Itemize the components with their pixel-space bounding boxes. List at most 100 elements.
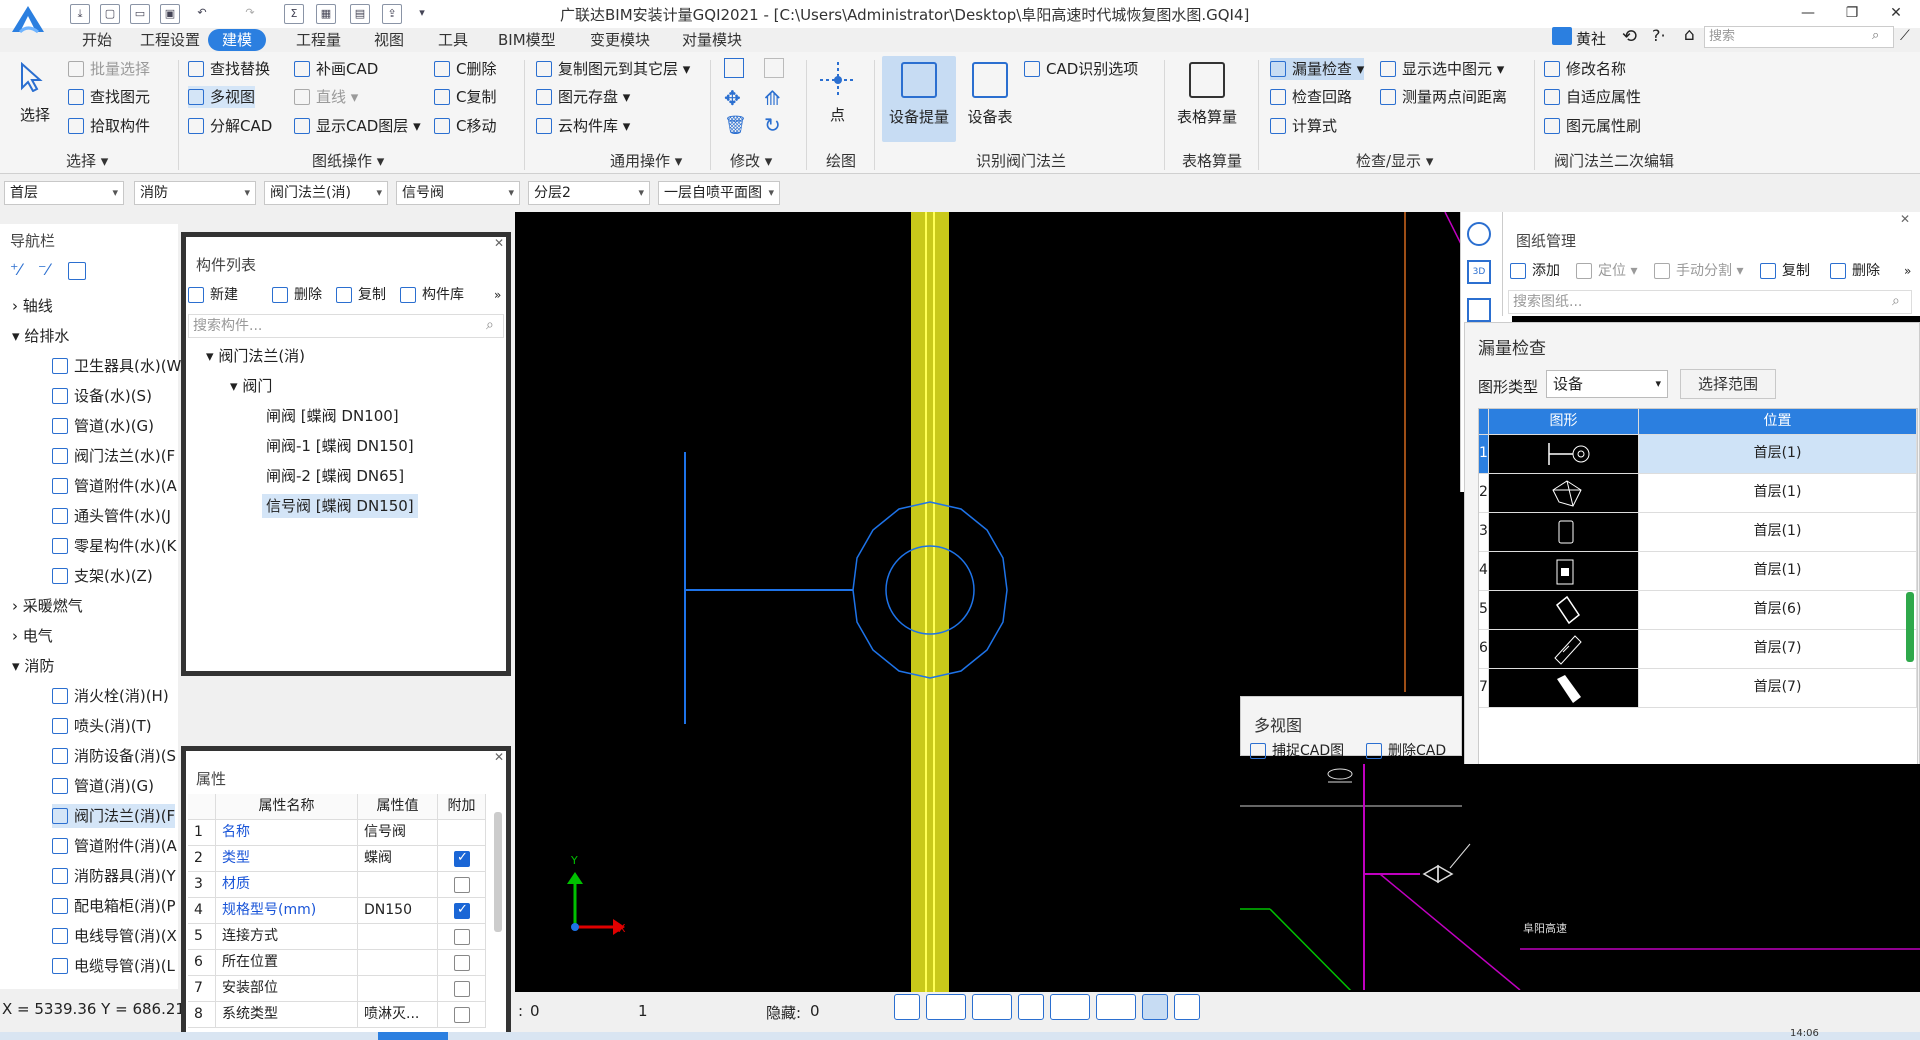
- prop-value[interactable]: DN150: [358, 898, 438, 924]
- restore-button[interactable]: ❐: [1832, 2, 1872, 26]
- cad-move-button[interactable]: C移动: [434, 115, 496, 137]
- line-button[interactable]: 直线 ▾: [294, 86, 358, 108]
- grid-icon[interactable]: ▦: [316, 4, 336, 24]
- common-ops-group-label[interactable]: 通用操作 ▾: [610, 150, 682, 171]
- 3d-icon[interactable]: 3D: [1467, 260, 1491, 284]
- sum-icon[interactable]: Σ: [284, 4, 304, 24]
- expand-all-icon[interactable]: ⁺⁄: [10, 260, 21, 279]
- leak-shape-cell[interactable]: [1489, 630, 1639, 669]
- component-tree-item[interactable]: 闸阀 [蝶阀 DN100]: [262, 404, 403, 428]
- move-icon[interactable]: ✥: [724, 86, 741, 110]
- floor-select[interactable]: 首层: [4, 181, 124, 205]
- prop-value[interactable]: [358, 872, 438, 898]
- minimize-button[interactable]: —: [1788, 2, 1828, 26]
- extra-checkbox[interactable]: [454, 877, 470, 893]
- user-name[interactable]: 黄社: [1576, 28, 1606, 49]
- save-icon[interactable]: ▣: [160, 4, 180, 24]
- menu-7[interactable]: BIM模型: [498, 29, 556, 51]
- nav-item[interactable]: 消防设备(消)(S: [52, 744, 176, 768]
- extra-checkbox[interactable]: [454, 850, 470, 867]
- expand-arrow-icon[interactable]: ›: [12, 627, 23, 645]
- nav-item[interactable]: 管道附件(水)(A: [52, 474, 177, 498]
- drawing-ops-group-label[interactable]: 图纸操作 ▾: [312, 150, 384, 171]
- component-tree-item[interactable]: ▾ 阀门: [226, 374, 276, 398]
- cad-delete-button[interactable]: C删除: [434, 58, 496, 80]
- leak-shape-cell[interactable]: [1489, 552, 1639, 591]
- leak-shape-cell[interactable]: [1489, 474, 1639, 513]
- capture-cad-button[interactable]: 捕捉CAD图: [1250, 740, 1344, 762]
- nav-item[interactable]: 支架(水)(Z): [52, 564, 153, 588]
- nav-item[interactable]: 喷头(消)(T): [52, 714, 152, 738]
- shape-type-select[interactable]: 设备 ▾: [1546, 370, 1668, 398]
- nav-item[interactable]: 配电箱柜(消)(P: [52, 894, 176, 918]
- scrollbar-thumb[interactable]: [1906, 592, 1914, 662]
- leak-position-cell[interactable]: 首层(7): [1639, 669, 1917, 708]
- nav-item[interactable]: ▾ 给排水: [12, 324, 69, 348]
- component-tree-item[interactable]: 闸阀-2 [蝶阀 DN65]: [262, 464, 408, 488]
- leak-position-cell[interactable]: 首层(6): [1639, 591, 1917, 630]
- multi-view-canvas[interactable]: 阜阳高速: [1240, 764, 1920, 1005]
- arc-icon[interactable]: [1174, 994, 1200, 1020]
- nav-item[interactable]: 阀门法兰(消)(F: [52, 804, 176, 828]
- nav-item[interactable]: 管道(消)(G): [52, 774, 154, 798]
- extra-checkbox[interactable]: [454, 955, 470, 971]
- measure-distance-button[interactable]: 测量两点间距离: [1380, 86, 1507, 108]
- delete-cad-button[interactable]: 删除CAD: [1366, 740, 1446, 762]
- batch-select-button[interactable]: 批量选择: [68, 58, 150, 80]
- nav-item[interactable]: 管道附件(消)(A: [52, 834, 177, 858]
- customize-icon[interactable]: ▾: [412, 4, 432, 24]
- rect-select-icon[interactable]: [926, 994, 966, 1020]
- show-cad-layer-button[interactable]: 显示CAD图层 ▾: [294, 115, 421, 137]
- close-button[interactable]: ✕: [1876, 2, 1916, 26]
- formula-button[interactable]: 计算式: [1270, 115, 1337, 137]
- user-avatar-icon[interactable]: [1552, 27, 1572, 45]
- navigate-icon[interactable]: [1467, 222, 1491, 246]
- leak-shape-cell[interactable]: [1489, 669, 1639, 708]
- leak-position-cell[interactable]: 首层(1): [1639, 474, 1917, 513]
- check-loop-button[interactable]: 检查回路: [1270, 86, 1352, 108]
- paste-icon[interactable]: [764, 58, 784, 78]
- draw-cad-button[interactable]: 补画CAD: [294, 58, 378, 80]
- nav-item[interactable]: 设备(水)(S): [52, 384, 152, 408]
- menu-6[interactable]: 工具: [438, 29, 468, 51]
- ortho-snap-icon[interactable]: [894, 994, 920, 1020]
- component-toolbar-2[interactable]: 复制: [336, 284, 386, 306]
- prop-value[interactable]: [358, 924, 438, 950]
- component-toolbar-1[interactable]: 删除: [272, 284, 322, 306]
- cloud-library-button[interactable]: 云构件库 ▾: [536, 115, 630, 137]
- nav-item[interactable]: 消火栓(消)(H): [52, 684, 169, 708]
- explode-cad-button[interactable]: 分解CAD: [188, 115, 272, 137]
- point-button[interactable]: 点: [830, 104, 845, 125]
- menu-3[interactable]: 建模: [208, 29, 267, 51]
- find-element-button[interactable]: 查找图元: [68, 86, 150, 108]
- expand-arrow-icon[interactable]: ▾: [12, 657, 24, 675]
- nav-item[interactable]: › 电气: [12, 624, 53, 648]
- menu-8[interactable]: 变更模块: [590, 29, 650, 51]
- new-file-icon[interactable]: ▢: [100, 4, 120, 24]
- adaptive-props-button[interactable]: 自适应属性: [1544, 86, 1641, 108]
- check-group-label[interactable]: 检查/显示 ▾: [1356, 150, 1433, 171]
- close-icon[interactable]: ✕: [494, 236, 504, 250]
- leak-shape-cell[interactable]: [1489, 591, 1639, 630]
- menu-5[interactable]: 视图: [374, 29, 404, 51]
- type-select[interactable]: 阀门法兰(消): [264, 181, 388, 205]
- rotate-icon[interactable]: ↻: [764, 113, 781, 137]
- prop-value[interactable]: 喷淋灭...: [358, 1002, 438, 1028]
- close-icon[interactable]: ✕: [494, 750, 504, 764]
- pin-icon[interactable]: ⟋: [1900, 28, 1910, 44]
- component-tree-item[interactable]: ▾ 阀门法兰(消): [202, 344, 309, 368]
- copy-to-floor-button[interactable]: 复制图元到其它层 ▾: [536, 58, 690, 80]
- leak-shape-cell[interactable]: [1489, 435, 1639, 474]
- undo-icon[interactable]: ↶: [192, 4, 212, 24]
- collapse-all-icon[interactable]: ⁻⁄: [38, 260, 49, 279]
- modify-group-label[interactable]: 修改 ▾: [730, 150, 772, 171]
- prop-value[interactable]: 蝶阀: [358, 846, 438, 872]
- open-folder-icon[interactable]: ▭: [130, 4, 150, 24]
- component-search-input[interactable]: 搜索构件...: [188, 314, 504, 338]
- save-down-icon[interactable]: ⤓: [70, 4, 90, 24]
- more-icon[interactable]: »: [494, 288, 501, 302]
- layer-select[interactable]: 分层2: [528, 181, 650, 205]
- leak-position-cell[interactable]: 首层(1): [1639, 513, 1917, 552]
- export-icon[interactable]: ⇪: [382, 4, 402, 24]
- menu-1[interactable]: 开始: [82, 29, 112, 51]
